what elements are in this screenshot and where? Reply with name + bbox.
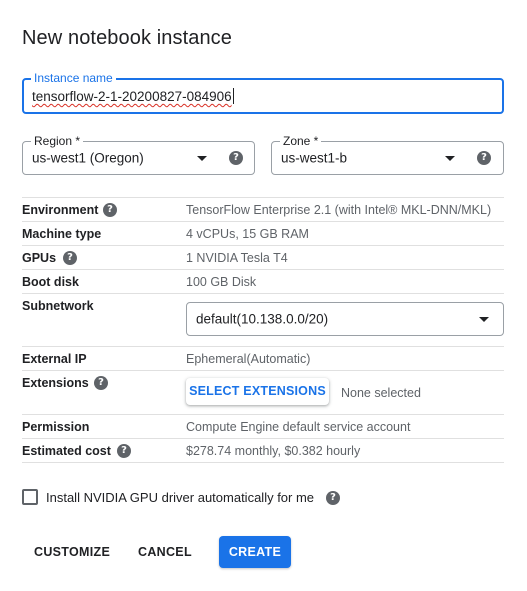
detail-row-permission: Permission Compute Engine default servic… — [22, 414, 504, 438]
external-ip-value: Ephemeral(Automatic) — [186, 352, 311, 366]
help-icon[interactable]: ? — [117, 444, 131, 458]
zone-label: Zone * — [280, 134, 322, 148]
create-button[interactable]: CREATE — [219, 536, 291, 568]
chevron-down-icon — [445, 156, 455, 161]
help-icon[interactable]: ? — [94, 376, 108, 390]
instance-name-input[interactable]: tensorflow-2-1-20200827-084906 — [32, 88, 234, 104]
gpu-driver-checkbox[interactable] — [22, 489, 38, 505]
help-icon[interactable]: ? — [103, 203, 117, 217]
help-icon[interactable]: ? — [229, 151, 243, 165]
help-icon[interactable]: ? — [326, 491, 340, 505]
gpus-value: 1 NVIDIA Tesla T4 — [186, 251, 288, 265]
external-ip-key: External IP — [22, 352, 87, 366]
zone-value: us-west1-b — [281, 150, 348, 166]
machine-type-key: Machine type — [22, 227, 102, 241]
zone-select[interactable]: Zone * us-west1-b ? — [271, 134, 504, 175]
region-label: Region * — [31, 134, 84, 148]
gpu-driver-label[interactable]: Install NVIDIA GPU driver automatically … — [46, 490, 314, 505]
gpus-key: GPUs — [22, 251, 57, 265]
select-extensions-button[interactable]: SELECT EXTENSIONS — [186, 378, 329, 405]
customize-button[interactable]: CUSTOMIZE — [34, 545, 110, 559]
detail-row-estimated-cost: Estimated cost ? $278.74 monthly, $0.382… — [22, 438, 504, 463]
region-select[interactable]: Region * us-west1 (Oregon) ? — [22, 134, 255, 175]
detail-row-machine-type: Machine type 4 vCPUs, 15 GB RAM — [22, 221, 504, 245]
instance-name-field[interactable]: Instance name tensorflow-2-1-20200827-08… — [22, 71, 504, 114]
subnetwork-select[interactable]: default(10.138.0.0/20) — [186, 302, 504, 336]
chevron-down-icon — [197, 156, 207, 161]
cancel-button[interactable]: CANCEL — [138, 545, 192, 559]
boot-disk-value: 100 GB Disk — [186, 275, 257, 289]
estimated-cost-value: $278.74 monthly, $0.382 hourly — [186, 444, 361, 458]
dialog-title: New notebook instance — [22, 27, 233, 49]
instance-name-value: tensorflow-2-1-20200827-084906 — [32, 89, 232, 104]
permission-value: Compute Engine default service account — [186, 420, 411, 434]
region-value: us-west1 (Oregon) — [32, 150, 144, 166]
help-icon[interactable]: ? — [63, 251, 77, 265]
instance-name-label: Instance name — [31, 71, 116, 85]
text-caret — [232, 88, 234, 104]
machine-type-value: 4 vCPUs, 15 GB RAM — [186, 227, 309, 241]
detail-row-boot-disk: Boot disk 100 GB Disk — [22, 269, 504, 293]
help-icon[interactable]: ? — [477, 151, 491, 165]
detail-row-environment: Environment ? TensorFlow Enterprise 2.1 … — [22, 197, 504, 221]
subnetwork-key: Subnetwork — [22, 299, 94, 313]
extensions-key: Extensions — [22, 376, 89, 390]
detail-row-external-ip: External IP Ephemeral(Automatic) — [22, 346, 504, 370]
extensions-status: None selected — [341, 386, 421, 400]
new-notebook-dialog: New notebook instance Instance name tens… — [0, 0, 527, 591]
boot-disk-key: Boot disk — [22, 275, 79, 289]
environment-key: Environment — [22, 203, 99, 217]
estimated-cost-key: Estimated cost — [22, 444, 111, 458]
detail-row-gpus: GPUs ? 1 NVIDIA Tesla T4 — [22, 245, 504, 269]
subnetwork-value: default(10.138.0.0/20) — [196, 311, 329, 327]
permission-key: Permission — [22, 420, 90, 434]
chevron-down-icon — [479, 317, 489, 322]
environment-value: TensorFlow Enterprise 2.1 (with Intel® M… — [186, 203, 492, 217]
